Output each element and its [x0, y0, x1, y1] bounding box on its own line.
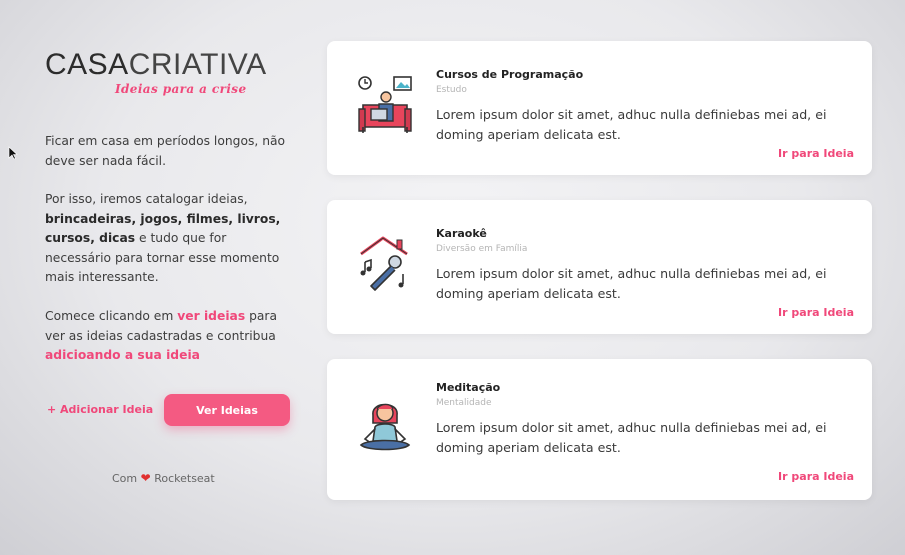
intro-paragraph-1: Ficar em casa em períodos longos, não de… — [45, 134, 286, 168]
idea-description: Lorem ipsum dolor sit amet, adhuc nulla … — [436, 266, 827, 301]
intro-panel: CASACRIATIVA Ideias para a crise Ficar e… — [45, 50, 295, 485]
view-ideas-button[interactable]: Ver Ideias — [164, 394, 290, 426]
add-idea-link[interactable]: adicioando a sua ideia — [45, 348, 200, 362]
programming-course-icon — [358, 76, 412, 133]
idea-card: Cursos de Programação Estudo Lorem ipsum… — [327, 41, 872, 175]
karaoke-icon — [360, 236, 408, 291]
logo-casa: CASA — [45, 48, 129, 81]
idea-category: Estudo — [436, 85, 467, 95]
idea-title: Karaokê — [436, 227, 487, 240]
tagline: Ideias para a crise — [115, 82, 247, 96]
intro-paragraph-3: Comece clicando em ver ideias para ver a… — [45, 309, 278, 362]
meditation-icon — [359, 403, 411, 451]
view-ideas-link[interactable]: ver ideias — [177, 309, 245, 323]
go-to-idea-link[interactable]: Ir para Ideia — [778, 306, 854, 319]
idea-card: Meditação Mentalidade Lorem ipsum dolor … — [327, 359, 872, 500]
logo-criativa: CRIATIVA — [128, 48, 267, 81]
footer-credit: Com ❤ Rocketseat — [112, 471, 215, 485]
mouse-cursor-icon — [8, 146, 18, 160]
idea-title: Meditação — [436, 381, 501, 394]
idea-category: Diversão em Família — [436, 244, 528, 254]
go-to-idea-link[interactable]: Ir para Ideia — [778, 147, 854, 160]
idea-description: Lorem ipsum dolor sit amet, adhuc nulla … — [436, 107, 827, 142]
heart-icon: ❤ — [140, 471, 151, 485]
intro-paragraph-2: Por isso, iremos catalogar ideias, brinc… — [45, 192, 281, 284]
add-idea-button[interactable]: + Adicionar Ideia — [47, 403, 153, 416]
logo: CASACRIATIVA Ideias para a crise — [45, 50, 295, 100]
idea-card: Karaokê Diversão em Família Lorem ipsum … — [327, 200, 872, 334]
idea-category: Mentalidade — [436, 398, 492, 408]
idea-description: Lorem ipsum dolor sit amet, adhuc nulla … — [436, 420, 827, 455]
idea-title: Cursos de Programação — [436, 68, 584, 81]
go-to-idea-link[interactable]: Ir para Ideia — [778, 470, 854, 483]
